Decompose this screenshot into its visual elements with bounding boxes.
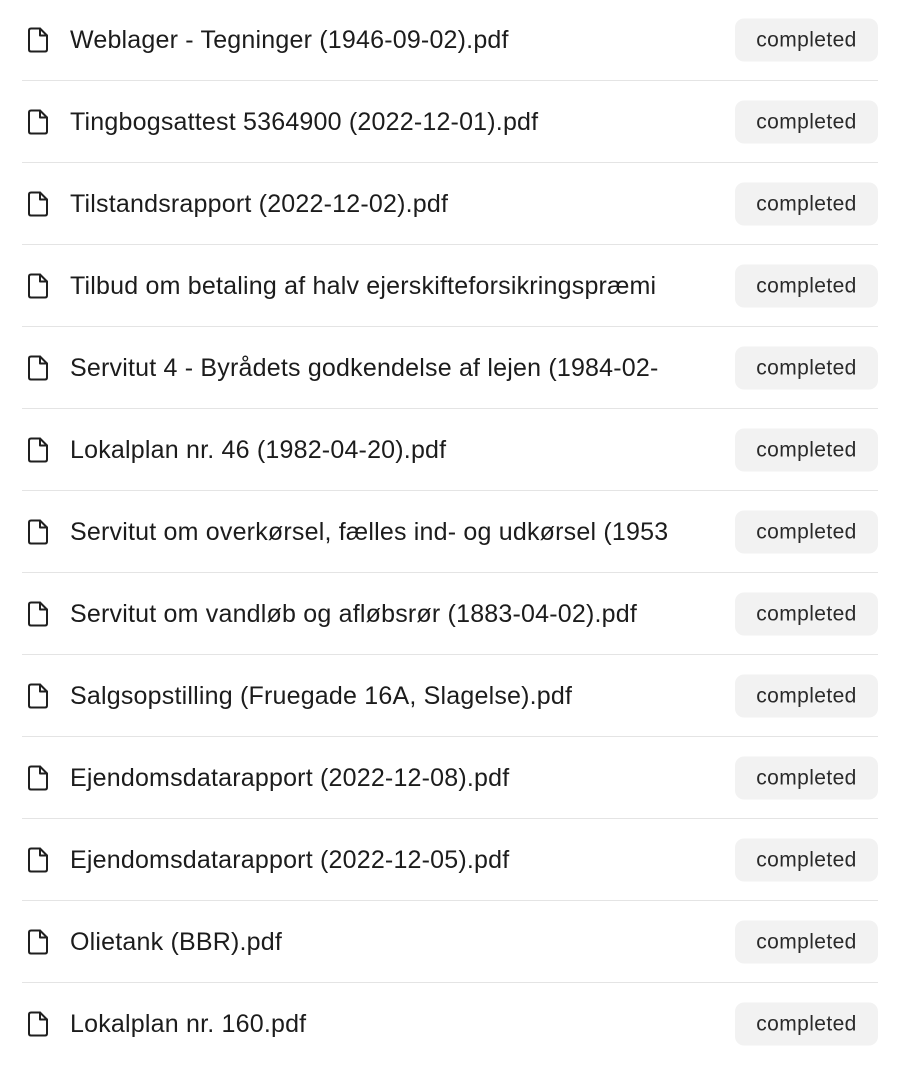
status-badge: completed [735,592,878,635]
file-row[interactable]: Ejendomsdatarapport (2022-12-05).pdf com… [22,819,878,901]
file-name[interactable]: Tingbogsattest 5364900 (2022-12-01).pdf [70,106,720,138]
file-row[interactable]: Weblager - Tegninger (1946-09-02).pdf co… [22,0,878,81]
file-icon [26,273,50,299]
file-icon [26,683,50,709]
file-name[interactable]: Olietank (BBR).pdf [70,926,720,958]
status-badge: completed [735,510,878,553]
file-row[interactable]: Servitut om vandløb og afløbsrør (1883-0… [22,573,878,655]
file-icon [26,847,50,873]
file-icon [26,191,50,217]
file-row[interactable]: Tilstandsrapport (2022-12-02).pdf comple… [22,163,878,245]
file-name[interactable]: Lokalplan nr. 160.pdf [70,1008,720,1040]
file-icon [26,765,50,791]
file-row[interactable]: Salgsopstilling (Fruegade 16A, Slagelse)… [22,655,878,737]
file-name[interactable]: Servitut om overkørsel, fælles ind- og u… [70,516,720,548]
status-badge: completed [735,838,878,881]
file-icon [26,109,50,135]
file-icon [26,1011,50,1037]
file-icon [26,355,50,381]
file-icon [26,519,50,545]
file-name[interactable]: Ejendomsdatarapport (2022-12-05).pdf [70,844,720,876]
file-row[interactable]: Servitut 4 - Byrådets godkendelse af lej… [22,327,878,409]
status-badge: completed [735,18,878,62]
status-badge: completed [735,428,878,471]
status-badge: completed [735,264,878,307]
status-badge: completed [735,920,878,963]
status-badge: completed [735,674,878,717]
file-icon [26,929,50,955]
file-row[interactable]: Tingbogsattest 5364900 (2022-12-01).pdf … [22,81,878,163]
file-row[interactable]: Servitut om overkørsel, fælles ind- og u… [22,491,878,573]
file-name[interactable]: Salgsopstilling (Fruegade 16A, Slagelse)… [70,680,720,712]
file-icon [26,437,50,463]
file-icon [26,601,50,627]
status-badge: completed [735,100,878,143]
file-icon [26,27,50,53]
file-row[interactable]: Olietank (BBR).pdf completed [22,901,878,983]
file-row[interactable]: Ejendomsdatarapport (2022-12-08).pdf com… [22,737,878,819]
file-row[interactable]: Lokalplan nr. 160.pdf completed [22,983,878,1065]
status-badge: completed [735,1002,878,1046]
file-row[interactable]: Lokalplan nr. 46 (1982-04-20).pdf comple… [22,409,878,491]
file-name[interactable]: Lokalplan nr. 46 (1982-04-20).pdf [70,434,720,466]
file-name[interactable]: Tilbud om betaling af halv ejerskiftefor… [70,270,720,302]
file-name[interactable]: Servitut om vandløb og afløbsrør (1883-0… [70,598,720,630]
status-badge: completed [735,346,878,389]
status-badge: completed [735,756,878,799]
file-row[interactable]: Tilbud om betaling af halv ejerskiftefor… [22,245,878,327]
status-badge: completed [735,182,878,225]
file-name[interactable]: Weblager - Tegninger (1946-09-02).pdf [70,24,720,56]
file-name[interactable]: Servitut 4 - Byrådets godkendelse af lej… [70,352,720,384]
file-name[interactable]: Ejendomsdatarapport (2022-12-08).pdf [70,762,720,794]
file-list: Weblager - Tegninger (1946-09-02).pdf co… [22,0,878,1065]
file-name[interactable]: Tilstandsrapport (2022-12-02).pdf [70,188,720,220]
